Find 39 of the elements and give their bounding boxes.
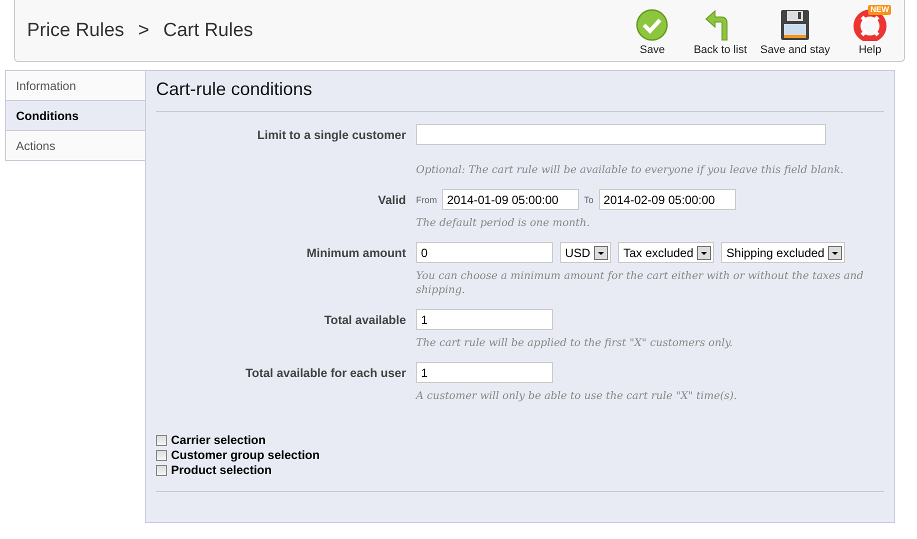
side-tab[interactable]: Conditions xyxy=(5,101,145,131)
new-badge: NEW xyxy=(868,5,891,15)
checkbox-label[interactable]: Carrier selection xyxy=(171,433,266,447)
to-label: To xyxy=(584,194,594,204)
toolbar-button[interactable]: Back to list xyxy=(692,9,748,61)
toolbar-button[interactable]: Save and stay xyxy=(760,9,830,61)
field-label: Minimum amount xyxy=(306,245,406,262)
checkbox[interactable] xyxy=(156,450,167,460)
checkbox-label[interactable]: Product selection xyxy=(171,463,272,477)
date-field[interactable]: 2014-01-09 05:00:00 xyxy=(442,189,579,210)
field-label: Total available xyxy=(323,312,406,329)
field-label: Valid xyxy=(376,192,406,209)
help-text: The cart rule will be applied to the first "X" customers only. xyxy=(416,336,734,350)
checkbox-label[interactable]: Customer group selection xyxy=(171,448,320,462)
help-text: A customer will only be able to use the cart rule "X" time(s). xyxy=(416,389,738,403)
side-tab[interactable]: Actions xyxy=(5,131,145,161)
side-tab[interactable]: Information xyxy=(5,71,145,101)
field-label: Total available for each user xyxy=(244,365,406,382)
from-label: From xyxy=(416,194,437,204)
panel-title: Cart-rule conditions xyxy=(156,79,314,101)
checkbox[interactable] xyxy=(156,464,167,476)
dropdown[interactable]: Shipping excluded xyxy=(721,242,846,263)
toolbar-button[interactable]: Save xyxy=(624,9,680,61)
text-field[interactable]: 1 xyxy=(416,362,553,383)
breadcrumb-separator: > xyxy=(138,20,150,42)
amount-field[interactable]: 0 xyxy=(416,242,553,263)
breadcrumb-item[interactable]: Price Rules xyxy=(27,20,124,42)
help-text: The default period is one month. xyxy=(416,216,591,230)
text-field[interactable] xyxy=(416,124,826,145)
field-label: Limit to a single customer xyxy=(256,127,406,144)
help-text: You can choose a minimum amount for the cart either with or without the taxes and shipping. xyxy=(416,269,864,297)
dropdown[interactable]: Tax excluded xyxy=(618,242,714,263)
help-text: Optional: The cart rule will be available to everyone if you leave this field blank. xyxy=(416,163,845,177)
breadcrumb-item: Cart Rules xyxy=(163,20,254,42)
checkbox[interactable] xyxy=(156,434,167,446)
date-field[interactable]: 2014-02-09 05:00:00 xyxy=(598,189,736,210)
text-field[interactable]: 1 xyxy=(416,309,553,330)
checkmark-icon xyxy=(635,9,670,41)
dropdown[interactable]: USD xyxy=(560,242,612,263)
